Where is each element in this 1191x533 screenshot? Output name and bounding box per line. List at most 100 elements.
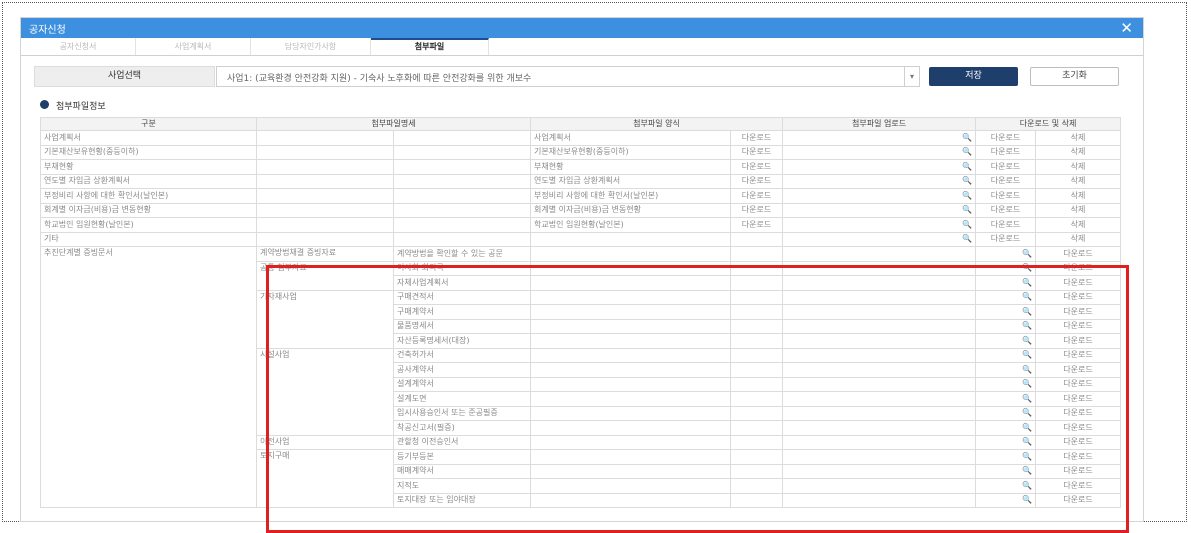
download-link[interactable]: 다운로드 [1035,289,1122,305]
delete-link[interactable]: 삭제 [1035,130,1122,146]
delete-link[interactable]: 삭제 [1035,144,1122,160]
save-button[interactable]: 저장 [929,67,1018,86]
proof-upload [782,420,977,436]
download-link[interactable]: 다운로드 [1035,318,1122,334]
search-icon[interactable]: 🔍 [975,376,1037,392]
download-link[interactable]: 다운로드 [1035,304,1122,320]
download-link[interactable]: 다운로드 [1035,333,1122,349]
search-icon[interactable]: 🔍 [975,304,1037,320]
form-download-link[interactable]: 다운로드 [730,159,784,175]
proof-upload [782,391,977,407]
download-link[interactable]: 다운로드 [1035,449,1122,465]
download-link[interactable]: 다운로드 [1035,260,1122,276]
download-link[interactable]: 다운로드 [1035,492,1122,508]
row-form-name [530,231,732,247]
search-icon[interactable]: 🔍 [975,246,1037,262]
proof-form-download [730,246,784,262]
proof-form-download [730,376,784,392]
download-link[interactable]: 다운로드 [1035,362,1122,378]
proof-form-download [730,434,784,450]
proof-item-name: 자체사업계획서 [392,275,532,291]
search-icon[interactable]: 🔍 [975,405,1037,421]
search-icon[interactable]: 🔍 [975,318,1037,334]
proof-category: 추진단계별 증빙문서 [40,246,257,508]
download-link[interactable]: 다운로드 [975,202,1037,218]
business-select[interactable]: 사업1: (교육환경 안전강화 지원) - 기숙사 노후화에 따른 안전강화를 … [216,66,920,87]
form-download-link[interactable]: 다운로드 [730,202,784,218]
delete-link[interactable]: 삭제 [1035,231,1122,247]
search-icon[interactable]: 🔍 [975,275,1037,291]
download-link[interactable]: 다운로드 [1035,478,1122,494]
proof-item-name: 설계계약서 [392,376,532,392]
search-icon[interactable]: 🔍 [782,159,977,175]
search-icon[interactable]: 🔍 [975,391,1037,407]
delete-link[interactable]: 삭제 [1035,202,1122,218]
table-row: 부정비리 사항에 대한 확인서(날인본) 부정비리 사항에 대한 확인서(날인본)… [40,188,1122,204]
search-icon[interactable]: 🔍 [782,202,977,218]
row-spec-2 [392,231,532,247]
search-icon[interactable]: 🔍 [782,144,977,160]
proof-item-name: 착공신고서(필증) [392,420,532,436]
search-icon[interactable]: 🔍 [782,217,977,233]
download-link[interactable]: 다운로드 [1035,434,1122,450]
proof-upload [782,304,977,320]
proof-item-name: 매매계약서 [392,463,532,479]
search-icon[interactable]: 🔍 [782,231,977,247]
search-icon[interactable]: 🔍 [975,492,1037,508]
header-download-delete: 다운로드 및 삭제 [975,117,1122,131]
proof-item-name: 자산등록명세서(대장) [392,333,532,349]
form-download-link[interactable]: 다운로드 [730,188,784,204]
download-link[interactable]: 다운로드 [975,144,1037,160]
table-row: 회계별 이자금(비용)금 변동현황 회계별 이자금(비용)금 변동현황 다운로드 🔍 다… [40,202,1122,218]
search-icon[interactable]: 🔍 [975,420,1037,436]
row-spec-1 [256,159,394,175]
proof-form-download [730,463,784,479]
download-link[interactable]: 다운로드 [975,217,1037,233]
download-link[interactable]: 다운로드 [975,173,1037,189]
search-icon[interactable]: 🔍 [975,333,1037,349]
download-link[interactable]: 다운로드 [1035,391,1122,407]
proof-item-name: 구매계약서 [392,304,532,320]
row-form-name: 사업계획서 [530,130,732,146]
form-download-link[interactable]: 다운로드 [730,217,784,233]
search-icon[interactable]: 🔍 [975,434,1037,450]
delete-link[interactable]: 삭제 [1035,173,1122,189]
download-link[interactable]: 다운로드 [975,159,1037,175]
row-spec-2 [392,188,532,204]
search-icon[interactable]: 🔍 [975,347,1037,363]
download-link[interactable]: 다운로드 [1035,347,1122,363]
search-icon[interactable]: 🔍 [975,289,1037,305]
reset-button[interactable]: 초기화 [1030,67,1119,86]
download-link[interactable]: 다운로드 [1035,463,1122,479]
download-link[interactable]: 다운로드 [1035,420,1122,436]
download-link[interactable]: 다운로드 [1035,405,1122,421]
download-link[interactable]: 다운로드 [975,231,1037,247]
download-link[interactable]: 다운로드 [1035,376,1122,392]
search-icon[interactable]: 🔍 [975,449,1037,465]
download-link[interactable]: 다운로드 [1035,246,1122,262]
delete-link[interactable]: 삭제 [1035,188,1122,204]
form-download-link[interactable]: 다운로드 [730,130,784,146]
download-link[interactable]: 다운로드 [1035,275,1122,291]
proof-item-name: 지적도 [392,478,532,494]
proof-form [530,304,732,320]
search-icon[interactable]: 🔍 [782,130,977,146]
delete-link[interactable]: 삭제 [1035,159,1122,175]
chevron-down-icon[interactable]: ▾ [904,67,919,86]
search-icon[interactable]: 🔍 [975,362,1037,378]
search-icon[interactable]: 🔍 [975,260,1037,276]
search-icon[interactable]: 🔍 [975,478,1037,494]
table-row: 추진단계별 증빙문서 계약방법채결 증빙자료 계약방법을 확인할 수 있는 공문 🔍 다… [40,246,1122,508]
proof-form [530,391,732,407]
form-download-link[interactable]: 다운로드 [730,173,784,189]
search-icon[interactable]: 🔍 [782,188,977,204]
download-link[interactable]: 다운로드 [975,188,1037,204]
proof-upload [782,318,977,334]
search-icon[interactable]: 🔍 [782,173,977,189]
download-link[interactable]: 다운로드 [975,130,1037,146]
form-download-link[interactable]: 다운로드 [730,144,784,160]
row-category: 사업계획서 [40,130,257,146]
search-icon[interactable]: 🔍 [975,463,1037,479]
proof-group-name: 공통 첨부자료 [256,260,394,291]
delete-link[interactable]: 삭제 [1035,217,1122,233]
